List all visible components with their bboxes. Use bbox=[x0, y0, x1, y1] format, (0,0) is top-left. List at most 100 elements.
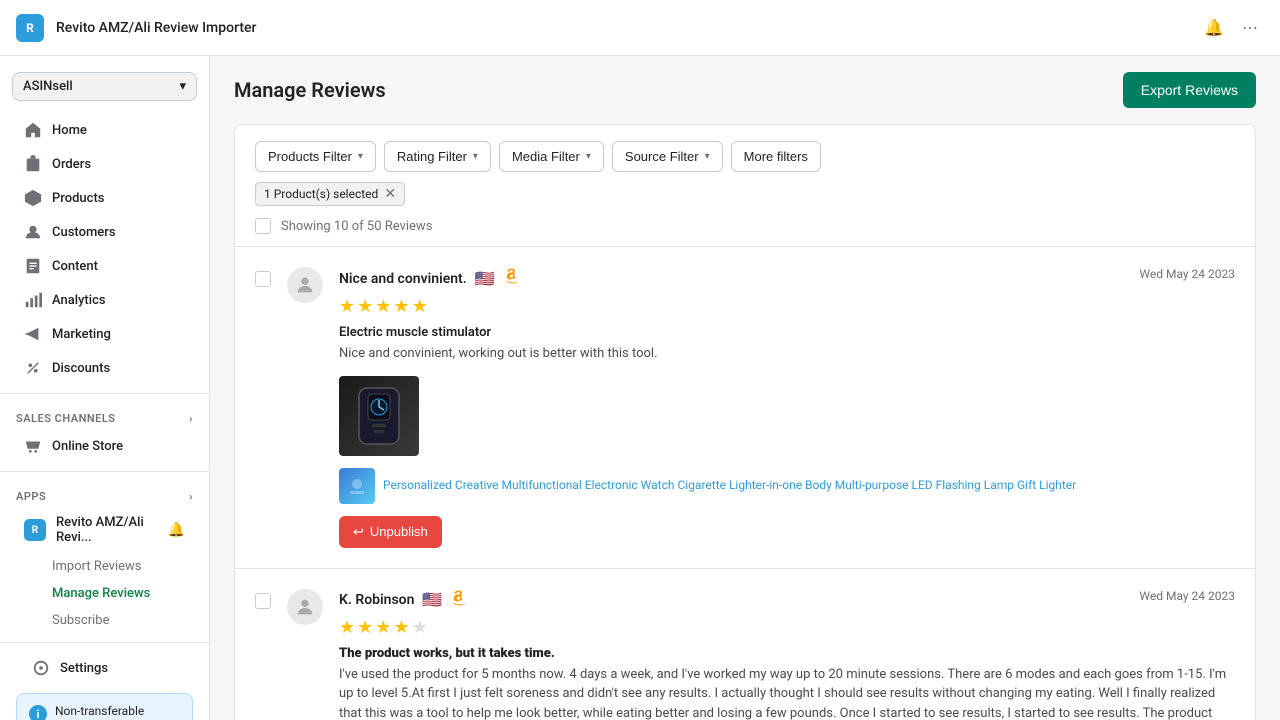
discounts-icon bbox=[24, 359, 42, 377]
rating-filter-btn[interactable]: Rating Filter ▾ bbox=[384, 141, 491, 172]
sidebar-item-discounts[interactable]: Discounts bbox=[8, 351, 201, 385]
sidebar-label-orders: Orders bbox=[52, 157, 91, 172]
sidebar-label-analytics: Analytics bbox=[52, 293, 106, 308]
sidebar-item-home[interactable]: Home bbox=[8, 113, 201, 147]
products-filter-label: Products Filter bbox=[268, 149, 352, 164]
review-1-avatar bbox=[287, 267, 323, 303]
sidebar-label-products: Products bbox=[52, 191, 104, 206]
review-2-content: K. Robinson 🇺🇸 Wed May 24 2023 ★ ★ ★ ★ bbox=[339, 589, 1235, 720]
sidebar-item-analytics[interactable]: Analytics bbox=[8, 283, 201, 317]
page-header: Manage Reviews Export Reviews bbox=[210, 56, 1280, 124]
source-filter-label: Source Filter bbox=[625, 149, 699, 164]
review-1-product-link-row: Personalized Creative Multifunctional El… bbox=[339, 468, 1235, 504]
review-2-author: K. Robinson bbox=[339, 592, 414, 608]
sales-channels-chevron: › bbox=[189, 412, 193, 425]
review-1-author-row: Nice and convinient. 🇺🇸 bbox=[339, 267, 521, 290]
topbar: R Revito AMZ/Ali Review Importer 🔔 ⋯ bbox=[0, 0, 1280, 56]
sidebar-item-content[interactable]: Content bbox=[8, 249, 201, 283]
more-menu-btn[interactable]: ⋯ bbox=[1236, 14, 1264, 42]
star-3: ★ bbox=[375, 296, 391, 317]
review-1-header: Nice and convinient. 🇺🇸 Wed May 24 2023 bbox=[339, 267, 1235, 290]
page-title: Manage Reviews bbox=[234, 78, 386, 102]
showing-count-bar: Showing 10 of 50 Reviews bbox=[235, 206, 1255, 247]
review-1-product-img bbox=[339, 468, 375, 504]
sidebar-item-products[interactable]: Products bbox=[8, 181, 201, 215]
sidebar-sub-import-reviews[interactable]: Import Reviews bbox=[8, 553, 201, 580]
star-2: ★ bbox=[357, 296, 373, 317]
sidebar-label-marketing: Marketing bbox=[52, 327, 111, 342]
sidebar-item-settings[interactable]: Settings bbox=[16, 651, 193, 685]
media-filter-btn[interactable]: Media Filter ▾ bbox=[499, 141, 604, 172]
online-store-icon bbox=[24, 437, 42, 455]
review-1-checkbox[interactable] bbox=[255, 271, 271, 287]
review-2-star-3: ★ bbox=[375, 617, 391, 638]
review-2-author-row: K. Robinson 🇺🇸 bbox=[339, 589, 468, 611]
sidebar-sub-subscribe[interactable]: Subscribe bbox=[8, 607, 201, 634]
review-item-2: K. Robinson 🇺🇸 Wed May 24 2023 ★ ★ ★ ★ bbox=[235, 569, 1255, 720]
media-filter-chevron: ▾ bbox=[586, 151, 591, 162]
topbar-title: Revito AMZ/Ali Review Importer bbox=[56, 20, 1188, 36]
main-layout: ASINsell ▾ Home Orders Products bbox=[0, 56, 1280, 720]
orders-icon bbox=[24, 155, 42, 173]
sidebar-label-online-store: Online Store bbox=[52, 439, 123, 454]
sidebar-label-home: Home bbox=[52, 123, 87, 138]
review-1-content: Nice and convinient. 🇺🇸 Wed May 24 2023 … bbox=[339, 267, 1235, 548]
filter-tag-close-btn[interactable]: ✕ bbox=[384, 187, 396, 201]
review-2-checkbox[interactable] bbox=[255, 593, 271, 609]
source-filter-chevron: ▾ bbox=[705, 151, 710, 162]
review-2-flag: 🇺🇸 bbox=[422, 590, 442, 609]
subscribe-label: Subscribe bbox=[52, 613, 109, 628]
apps-label: Apps bbox=[16, 490, 46, 503]
review-2-product-name-text: The product works, but it takes time. bbox=[339, 646, 555, 661]
sidebar-divider-2 bbox=[0, 471, 209, 472]
sidebar-bottom: Settings i Non-transferable Global Nav p… bbox=[0, 651, 209, 720]
sidebar-item-online-store[interactable]: Online Store bbox=[8, 429, 201, 463]
review-2-source-icon bbox=[450, 589, 468, 611]
content-area: Manage Reviews Export Reviews Products F… bbox=[210, 56, 1280, 720]
settings-icon bbox=[32, 659, 50, 677]
content-icon bbox=[24, 257, 42, 275]
select-all-checkbox[interactable] bbox=[255, 218, 271, 234]
review-1-unpublish-btn[interactable]: ↩ Unpublish bbox=[339, 516, 442, 548]
sidebar-item-orders[interactable]: Orders bbox=[8, 147, 201, 181]
settings-label: Settings bbox=[60, 661, 108, 676]
review-1-date: Wed May 24 2023 bbox=[1139, 267, 1235, 281]
apps-header: Apps › bbox=[0, 480, 209, 507]
review-1-flag: 🇺🇸 bbox=[475, 269, 495, 288]
store-selector[interactable]: ASINsell ▾ bbox=[12, 72, 197, 101]
review-2-avatar bbox=[287, 589, 323, 625]
sales-channels-header: Sales channels › bbox=[0, 402, 209, 429]
source-filter-btn[interactable]: Source Filter ▾ bbox=[612, 141, 723, 172]
products-icon bbox=[24, 189, 42, 207]
nt-title: Non-transferable bbox=[55, 704, 144, 718]
rating-filter-label: Rating Filter bbox=[397, 149, 467, 164]
more-filters-btn[interactable]: More filters bbox=[731, 141, 821, 172]
sidebar-sub-manage-reviews[interactable]: Manage Reviews bbox=[8, 580, 201, 607]
sidebar-divider-1 bbox=[0, 393, 209, 394]
sidebar: ASINsell ▾ Home Orders Products bbox=[0, 56, 210, 720]
nt-text: Non-transferable Global Nav preview prev… bbox=[55, 704, 180, 720]
review-1-product-link[interactable]: Personalized Creative Multifunctional El… bbox=[383, 477, 1076, 494]
customers-icon bbox=[24, 223, 42, 241]
review-1-product-name: Electric muscle stimulator bbox=[339, 325, 1235, 340]
filters-bar: Products Filter ▾ Rating Filter ▾ Media … bbox=[235, 125, 1255, 172]
bell-icon-btn[interactable]: 🔔 bbox=[1200, 14, 1228, 42]
review-2-product-name: The product works, but it takes time. bbox=[339, 646, 1235, 661]
sidebar-item-marketing[interactable]: Marketing bbox=[8, 317, 201, 351]
sidebar-item-revito[interactable]: R Revito AMZ/Ali Revi... 🔔 bbox=[8, 507, 201, 553]
active-filter-tag: 1 Product(s) selected ✕ bbox=[255, 182, 405, 206]
sidebar-item-customers[interactable]: Customers bbox=[8, 215, 201, 249]
review-2-star-2: ★ bbox=[357, 617, 373, 638]
products-filter-btn[interactable]: Products Filter ▾ bbox=[255, 141, 376, 172]
apps-chevron: › bbox=[189, 490, 193, 503]
store-selector-chevron: ▾ bbox=[179, 79, 186, 94]
review-2-text: I've used the product for 5 months now. … bbox=[339, 665, 1235, 720]
export-reviews-button[interactable]: Export Reviews bbox=[1123, 72, 1256, 108]
manage-reviews-label: Manage Reviews bbox=[52, 586, 150, 601]
unpublish-icon: ↩ bbox=[353, 524, 364, 540]
revito-bell-icon[interactable]: 🔔 bbox=[168, 522, 185, 538]
review-1-stars: ★ ★ ★ ★ ★ bbox=[339, 296, 1235, 317]
rating-filter-chevron: ▾ bbox=[473, 151, 478, 162]
more-filters-label: More filters bbox=[744, 149, 808, 164]
marketing-icon bbox=[24, 325, 42, 343]
